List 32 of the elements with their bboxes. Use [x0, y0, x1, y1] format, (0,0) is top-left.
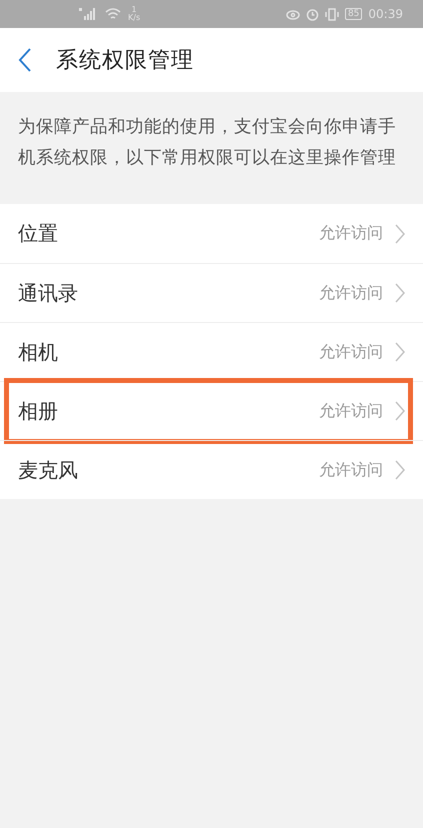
permission-status: 允许访问 [319, 342, 383, 362]
page-title: 系统权限管理 [56, 47, 194, 75]
chevron-icon [395, 342, 405, 362]
permission-name: 相册 [18, 398, 59, 424]
back-button[interactable] [18, 47, 32, 73]
eye-icon [286, 8, 300, 20]
chevron-icon [395, 283, 405, 303]
permission-status: 允许访问 [319, 460, 383, 480]
battery-level: 85 [344, 8, 362, 20]
vibrate-icon [324, 8, 339, 20]
permission-row[interactable]: 位置 允许访问 [0, 204, 423, 263]
signal-icon [78, 7, 98, 21]
chevron-icon [395, 224, 405, 244]
permission-row[interactable]: 麦克风 允许访问 [0, 440, 423, 499]
permission-name: 相机 [18, 338, 59, 366]
alarm-icon [306, 8, 319, 20]
permission-row[interactable]: 相册 允许访问 [0, 381, 423, 440]
network-speed-unit: K/s [128, 14, 140, 22]
network-speed-value: 1 [132, 6, 137, 14]
chevron-icon [395, 460, 405, 480]
permission-status: 允许访问 [319, 400, 383, 422]
permission-name: 位置 [18, 220, 59, 247]
clock-time: 00:39 [368, 7, 403, 21]
permission-name: 麦克风 [18, 456, 79, 484]
permission-row[interactable]: 相机 允许访问 [0, 322, 423, 381]
permission-status: 允许访问 [319, 282, 383, 304]
wifi-icon [104, 7, 122, 21]
permission-status: 允许访问 [319, 223, 383, 244]
permission-name: 通讯录 [18, 280, 79, 306]
chevron-icon [395, 401, 405, 421]
permission-row[interactable]: 通讯录 允许访问 [0, 263, 423, 322]
description-text: 为保障产品和功能的使用，支付宝会向你申请手机系统权限，以下常用权限可以在这里操作管理 [18, 116, 397, 170]
